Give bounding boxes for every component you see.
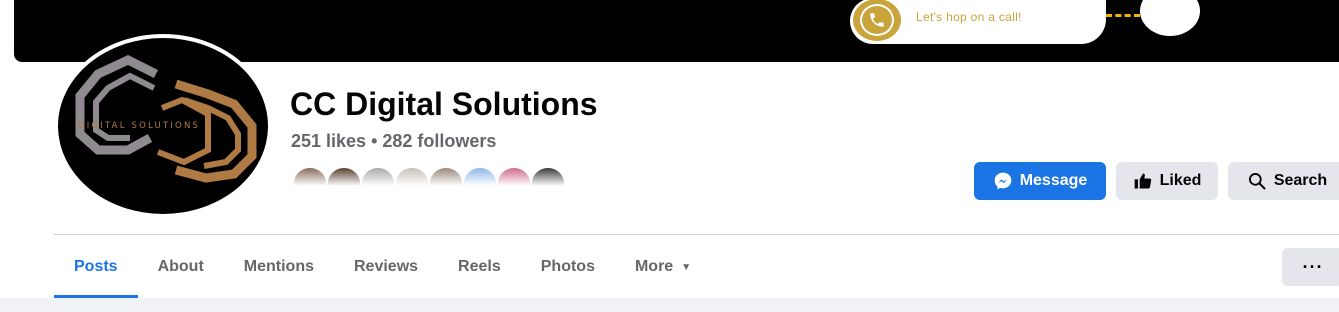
follower-faces[interactable] xyxy=(292,166,566,200)
tab-photos[interactable]: Photos xyxy=(521,236,615,298)
avatar[interactable]: DIGITAL SOLUTIONS xyxy=(58,38,268,214)
facebook-page-header: Let's hop on a call! DIGITAL SOLUTIONS C… xyxy=(0,0,1339,312)
message-button[interactable]: Message xyxy=(974,162,1106,200)
thumbs-up-icon xyxy=(1133,171,1153,191)
page-tabs: Posts About Mentions Reviews Reels Photo… xyxy=(54,236,711,298)
phone-icon xyxy=(853,0,901,41)
caret-down-icon: ▼ xyxy=(681,261,692,273)
tab-reviews[interactable]: Reviews xyxy=(334,236,438,298)
message-button-label: Message xyxy=(1019,172,1088,189)
page-title[interactable]: CC Digital Solutions xyxy=(290,86,598,123)
follower-avatar[interactable] xyxy=(394,166,430,200)
call-banner: Let's hop on a call! xyxy=(850,0,1106,44)
call-banner-text: Let's hop on a call! xyxy=(916,10,1022,24)
likes-followers-count[interactable]: 251 likes • 282 followers xyxy=(291,131,496,152)
header-divider xyxy=(54,234,1339,235)
follower-avatar[interactable] xyxy=(462,166,498,200)
logo-text: DIGITAL SOLUTIONS xyxy=(78,121,200,131)
dashed-connector xyxy=(1106,14,1140,17)
tab-posts[interactable]: Posts xyxy=(54,236,138,298)
follower-avatar[interactable] xyxy=(292,166,328,200)
more-options-button[interactable]: ··· xyxy=(1282,248,1339,286)
liked-button-label: Liked xyxy=(1159,172,1202,189)
messenger-icon xyxy=(993,171,1013,191)
follower-avatar[interactable] xyxy=(496,166,532,200)
cover-graphic-circle xyxy=(1140,0,1200,36)
follower-avatar[interactable] xyxy=(326,166,362,200)
search-icon xyxy=(1247,171,1267,191)
search-button-label: Search xyxy=(1273,172,1328,189)
follower-avatar[interactable] xyxy=(530,166,566,200)
tab-about[interactable]: About xyxy=(138,236,224,298)
follower-avatar[interactable] xyxy=(428,166,464,200)
tab-reels[interactable]: Reels xyxy=(438,236,521,298)
tab-mentions[interactable]: Mentions xyxy=(224,236,334,298)
search-button[interactable]: Search xyxy=(1228,162,1339,200)
tab-more[interactable]: More ▼ xyxy=(615,236,711,298)
page-background xyxy=(0,298,1339,312)
follower-avatar[interactable] xyxy=(360,166,396,200)
liked-button[interactable]: Liked xyxy=(1116,162,1218,200)
cc-logo-icon: DIGITAL SOLUTIONS xyxy=(75,55,257,183)
